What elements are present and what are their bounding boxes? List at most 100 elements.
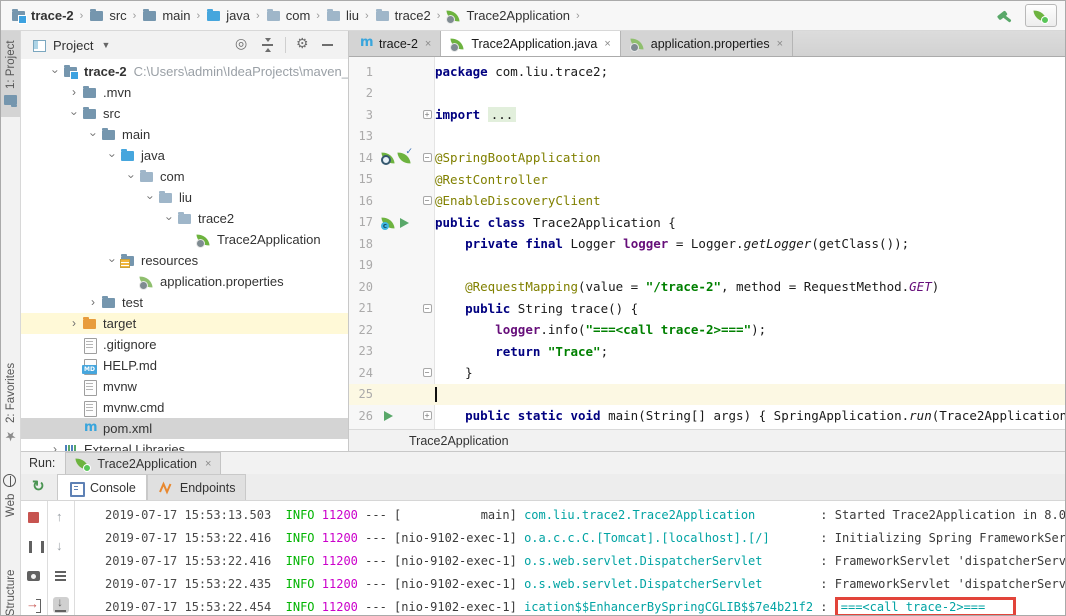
close-icon[interactable]: × [604, 38, 610, 50]
chevron-expanded-icon[interactable]: › [142, 187, 158, 208]
tree-item-resources[interactable]: › resources [21, 250, 348, 271]
tab-endpoints[interactable]: Endpoints [146, 474, 247, 500]
chevron-collapsed-icon[interactable]: › [85, 292, 101, 313]
fold-minus-icon[interactable]: − [419, 153, 435, 163]
project-panel-title[interactable]: Project [53, 38, 93, 53]
fold-plus-icon[interactable]: + [419, 110, 435, 120]
breadcrumb-item-main[interactable]: main [140, 7, 192, 25]
breadcrumb-item-liu[interactable]: liu [324, 7, 361, 25]
locate-file-icon[interactable] [235, 35, 251, 53]
exit-icon[interactable] [26, 596, 42, 613]
console-output[interactable]: 2019-07-17 15:53:13.503 INFO 11200 --- [… [75, 501, 1065, 615]
chevron-expanded-icon[interactable]: › [161, 208, 177, 229]
run-configuration-selector[interactable] [1025, 4, 1057, 27]
breadcrumb-item-com[interactable]: com [264, 7, 313, 25]
line-number: 25 [358, 387, 373, 402]
code-line-13[interactable]: 13 [349, 126, 1065, 148]
tree-item-application.properties[interactable]: application.properties [21, 271, 348, 292]
hide-panel-icon[interactable] [320, 37, 336, 53]
editor-breadcrumb-item[interactable]: Trace2Application [409, 434, 509, 448]
code-line-1[interactable]: 1 package com.liu.trace2; [349, 61, 1065, 83]
code-line-22[interactable]: 22 logger.info("===<call trace-2>==="); [349, 319, 1065, 341]
chevron-expanded-icon[interactable]: › [104, 145, 120, 166]
chevron-collapsed-icon[interactable]: › [66, 313, 82, 334]
chevron-expanded-icon[interactable]: › [85, 124, 101, 145]
code-line-19[interactable]: 19 [349, 255, 1065, 277]
chevron-collapsed-icon[interactable]: › [47, 439, 63, 451]
rerun-icon[interactable] [31, 477, 47, 495]
collapse-all-icon[interactable] [260, 37, 276, 53]
tree-item-main[interactable]: › main [21, 124, 348, 145]
build-hammer-icon[interactable] [997, 8, 1013, 24]
tree-item-pom.xml[interactable]: pom.xml [21, 418, 348, 439]
tree-item-java[interactable]: › java [21, 145, 348, 166]
code-line-16[interactable]: 16 − @EnableDiscoveryClient [349, 190, 1065, 212]
tree-item-mvnw[interactable]: mvnw [21, 376, 348, 397]
up-stack-trace-icon[interactable] [53, 509, 69, 526]
tree-item-test[interactable]: › test [21, 292, 348, 313]
chevron-expanded-icon[interactable]: › [123, 166, 139, 187]
chevron-collapsed-icon[interactable]: › [66, 82, 82, 103]
tree-item-HELP.md[interactable]: HELP.md [21, 355, 348, 376]
code-line-15[interactable]: 15 @RestController [349, 169, 1065, 191]
editor-tab-trace-2[interactable]: trace-2 × [349, 31, 442, 56]
stripe-project-button[interactable]: 1: Project [1, 31, 20, 117]
thread-dump-icon[interactable] [26, 568, 42, 584]
tree-item-src[interactable]: › src [21, 103, 348, 124]
code-line-21[interactable]: 21 − public String trace() { [349, 298, 1065, 320]
breadcrumb-item-src[interactable]: src [87, 7, 128, 25]
code-editor[interactable]: 1 package com.liu.trace2; 2 3 + import ... 13 1… [349, 57, 1065, 429]
stripe-web-button[interactable]: Web [1, 457, 20, 535]
code-line-20[interactable]: 20 @RequestMapping(value = "/trace-2", m… [349, 276, 1065, 298]
chevron-expanded-icon[interactable]: › [47, 61, 63, 82]
fold-plus-icon[interactable]: + [419, 411, 435, 421]
stop-icon[interactable] [26, 510, 42, 526]
code-line-3[interactable]: 3 + import ... [349, 104, 1065, 126]
code-line-25[interactable]: 25 [349, 383, 1065, 405]
fold-minus-icon[interactable]: − [419, 196, 435, 206]
tree-item-target[interactable]: › target [21, 313, 348, 334]
tree-item-.gitignore[interactable]: .gitignore [21, 334, 348, 355]
gear-icon[interactable] [295, 35, 311, 53]
scroll-to-end-icon[interactable] [53, 595, 69, 613]
code-line-2[interactable]: 2 [349, 83, 1065, 105]
log-part [271, 554, 285, 568]
code-line-18[interactable]: 18 private final Logger logger = Logger.… [349, 233, 1065, 255]
close-icon[interactable]: × [205, 458, 211, 470]
tree-item-External Libraries[interactable]: › External Libraries [21, 439, 348, 451]
soft-wrap-icon[interactable] [53, 568, 69, 584]
breadcrumb-item-trace2[interactable]: trace2 [373, 7, 433, 25]
breadcrumb-item-java[interactable]: java [204, 7, 252, 25]
chevron-expanded-icon[interactable]: › [104, 250, 120, 271]
code-line-24[interactable]: 24 − } [349, 362, 1065, 384]
chevron-expanded-icon[interactable]: › [66, 103, 82, 124]
run-configuration-tab[interactable]: Trace2Application × [65, 452, 222, 474]
tree-item-liu[interactable]: › liu [21, 187, 348, 208]
fold-minus-icon[interactable]: − [419, 368, 435, 378]
down-stack-trace-icon[interactable] [53, 538, 69, 555]
run-label: Run: [29, 456, 56, 470]
close-icon[interactable]: × [777, 38, 783, 50]
fold-minus-icon[interactable]: − [419, 303, 435, 313]
log-line: 2019-07-17 15:53:22.416 INFO 11200 --- [… [105, 527, 1065, 550]
code-line-23[interactable]: 23 return "Trace"; [349, 341, 1065, 363]
tree-item-.mvn[interactable]: › .mvn [21, 82, 348, 103]
tree-item-mvnw.cmd[interactable]: mvnw.cmd [21, 397, 348, 418]
tree-item-Trace2Application[interactable]: Trace2Application [21, 229, 348, 250]
stripe-structure-button[interactable]: 7: Structure [1, 539, 20, 615]
close-icon[interactable]: × [425, 38, 431, 50]
tree-item-trace-2[interactable]: › trace-2 C:\Users\admin\IdeaProjects\mave… [21, 61, 348, 82]
tree-item-trace2[interactable]: › trace2 [21, 208, 348, 229]
breadcrumb-item-Trace2Application[interactable]: Trace2Application [444, 7, 572, 25]
code-line-14[interactable]: 14 −@SpringBootApplication [349, 147, 1065, 169]
tree-item-com[interactable]: › com [21, 166, 348, 187]
breadcrumb-item-trace-2[interactable]: trace-2 [9, 7, 76, 25]
code-line-17[interactable]: 17 public class Trace2Application { [349, 212, 1065, 234]
tab-console[interactable]: Console [57, 474, 147, 500]
pause-output-icon[interactable] [26, 539, 44, 555]
code-line-26[interactable]: 26 + public static void main(String[] arg… [349, 405, 1065, 427]
editor-tab-Trace2Application.java[interactable]: Trace2Application.java × [441, 31, 621, 56]
stripe-favorites-button[interactable]: 2: Favorites [1, 351, 20, 453]
chevron-down-icon[interactable]: ▼ [101, 40, 110, 50]
editor-tab-application.properties[interactable]: application.properties × [620, 31, 794, 56]
